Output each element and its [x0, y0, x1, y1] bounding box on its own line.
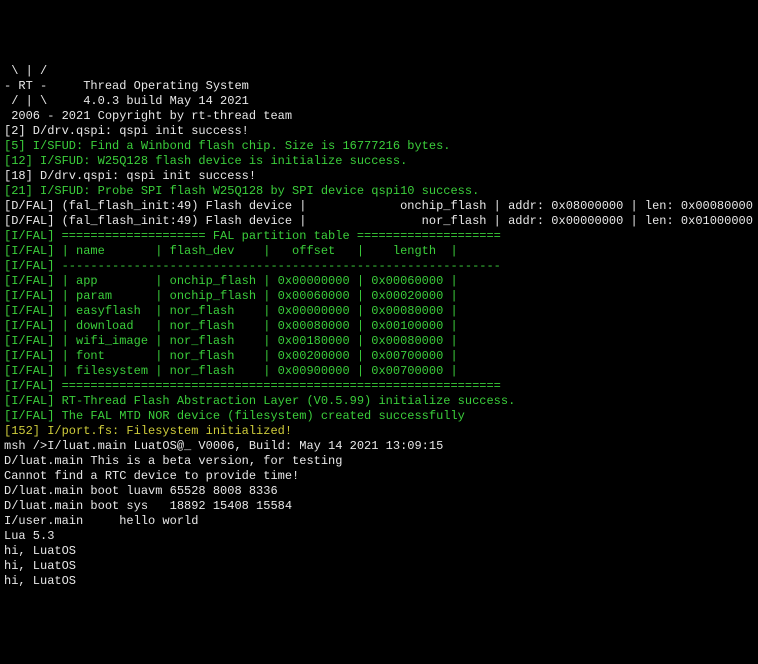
terminal-line: [I/FAL] | app | onchip_flash | 0x0000000… — [4, 274, 754, 289]
terminal-line: / | \ 4.0.3 build May 14 2021 — [4, 94, 754, 109]
terminal-line: [152] I/port.fs: Filesystem initialized! — [4, 424, 754, 439]
terminal-line: [I/FAL] | name | flash_dev | offset | le… — [4, 244, 754, 259]
terminal-line: [18] D/drv.qspi: qspi init success! — [4, 169, 754, 184]
terminal-line: [I/FAL] | font | nor_flash | 0x00200000 … — [4, 349, 754, 364]
terminal-line: [5] I/SFUD: Find a Winbond flash chip. S… — [4, 139, 754, 154]
terminal-line: hi, LuatOS — [4, 574, 754, 589]
terminal-line: [21] I/SFUD: Probe SPI flash W25Q128 by … — [4, 184, 754, 199]
terminal-line: [I/FAL] | download | nor_flash | 0x00080… — [4, 319, 754, 334]
terminal-line: D/luat.main This is a beta version, for … — [4, 454, 754, 469]
terminal-line: [I/FAL] The FAL MTD NOR device (filesyst… — [4, 409, 754, 424]
terminal-line: [I/FAL] RT-Thread Flash Abstraction Laye… — [4, 394, 754, 409]
terminal-line: D/luat.main boot luavm 65528 8008 8336 — [4, 484, 754, 499]
terminal-line: - RT - Thread Operating System — [4, 79, 754, 94]
terminal-line: [I/FAL] | param | onchip_flash | 0x00060… — [4, 289, 754, 304]
terminal-line: I/user.main hello world — [4, 514, 754, 529]
terminal-line: Lua 5.3 — [4, 529, 754, 544]
terminal-line: msh />I/luat.main LuatOS@_ V0006, Build:… — [4, 439, 754, 454]
terminal-line: hi, LuatOS — [4, 559, 754, 574]
terminal-line: [I/FAL] | easyflash | nor_flash | 0x0000… — [4, 304, 754, 319]
terminal-line: [I/FAL] ==================== FAL partiti… — [4, 229, 754, 244]
terminal-output: \ | /- RT - Thread Operating System / | … — [4, 64, 754, 589]
terminal-line: [I/FAL] | wifi_image | nor_flash | 0x001… — [4, 334, 754, 349]
terminal-line: D/luat.main boot sys 18892 15408 15584 — [4, 499, 754, 514]
terminal-line: [I/FAL] --------------------------------… — [4, 259, 754, 274]
terminal-line: [D/FAL] (fal_flash_init:49) Flash device… — [4, 214, 754, 229]
terminal-line: [I/FAL] ================================… — [4, 379, 754, 394]
terminal-line: [D/FAL] (fal_flash_init:49) Flash device… — [4, 199, 754, 214]
terminal-line: [12] I/SFUD: W25Q128 flash device is ini… — [4, 154, 754, 169]
terminal-line: [I/FAL] | filesystem | nor_flash | 0x009… — [4, 364, 754, 379]
terminal-line: \ | / — [4, 64, 754, 79]
terminal-line: 2006 - 2021 Copyright by rt-thread team — [4, 109, 754, 124]
terminal-line: Cannot find a RTC device to provide time… — [4, 469, 754, 484]
terminal-line: [2] D/drv.qspi: qspi init success! — [4, 124, 754, 139]
